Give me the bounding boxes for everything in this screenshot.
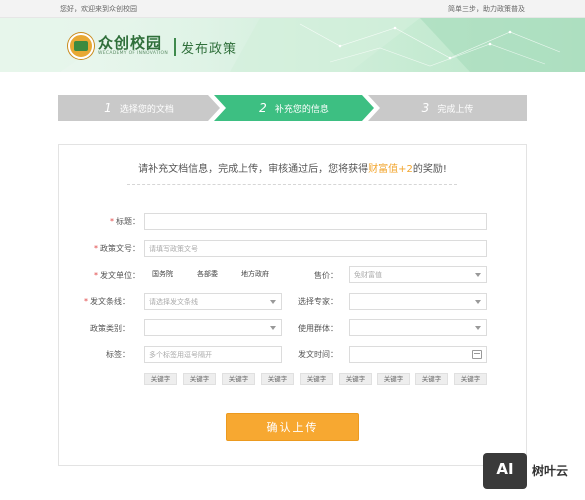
keyword-tag[interactable]: 关键字: [377, 373, 410, 385]
dotted-divider: [127, 184, 457, 185]
keyword-tag[interactable]: 关键字: [300, 373, 333, 385]
confirm-upload-button[interactable]: 确认上传: [226, 413, 359, 441]
slogan-text: 简单三步，助力政策普及: [448, 5, 525, 13]
step-finish-upload: 3 完成上传: [368, 95, 527, 121]
keyword-tag[interactable]: 关键字: [261, 373, 294, 385]
keyword-tag[interactable]: 关键字: [183, 373, 216, 385]
step-label: 完成上传: [437, 104, 474, 115]
keyword-tag[interactable]: 关键字: [454, 373, 487, 385]
title-input[interactable]: [144, 213, 487, 230]
page-title: 发布政策: [181, 42, 238, 57]
step-number: 2: [259, 101, 267, 115]
tags-label: 标签：: [106, 350, 130, 359]
expert-label: 选择专家：: [298, 297, 338, 306]
line-label: * 发文条线：: [84, 297, 130, 306]
issuer-option-ministries[interactable]: 各部委: [197, 269, 218, 279]
keyword-tag[interactable]: 关键字: [415, 373, 448, 385]
brand-name: 众创校园: [98, 34, 163, 52]
category-label: 政策类别：: [90, 324, 130, 333]
step-label: 补充您的信息: [274, 104, 329, 115]
expert-select[interactable]: [349, 293, 487, 310]
keyword-tag[interactable]: 关键字: [144, 373, 177, 385]
watermark-text: 树叶云: [532, 464, 569, 478]
chevron-down-icon: [475, 273, 481, 277]
logo-icon: [68, 33, 94, 59]
header-banner: 众创校园 WECADEMY OF INNOVATION 发布政策: [0, 18, 585, 72]
header-divider: [174, 38, 176, 56]
reward-highlight: 财富值+2: [368, 164, 413, 175]
watermark-badge: AI: [483, 453, 527, 489]
audience-select[interactable]: [349, 319, 487, 336]
intro-after: 的奖励!: [412, 164, 447, 175]
step-fill-info: 2 补充您的信息: [214, 95, 374, 121]
keyword-tag[interactable]: 关键字: [222, 373, 255, 385]
chevron-down-icon: [475, 326, 481, 330]
title-label: * 标题：: [110, 217, 140, 226]
welcome-text: 您好，欢迎来到众创校园: [60, 5, 137, 13]
step-label: 选择您的文档: [119, 104, 174, 115]
issuer-option-state-council[interactable]: 国务院: [152, 269, 173, 279]
keyword-tag[interactable]: 关键字: [339, 373, 372, 385]
top-bar: 您好，欢迎来到众创校园 简单三步，助力政策普及: [0, 0, 585, 18]
price-value: 免财富值: [354, 271, 382, 279]
step-number: 1: [104, 101, 112, 115]
watermark: AI 树叶云: [483, 451, 585, 491]
line-placeholder: 请选择发文条线: [149, 298, 198, 306]
price-label: 售价：: [314, 271, 338, 280]
intro-text: 请补充文档信息，完成上传，审核通过后，您将获得财富值+2的奖励!: [0, 160, 585, 175]
audience-label: 使用群体：: [298, 324, 338, 333]
date-label: 发文时间：: [298, 350, 338, 359]
issuer-label: * 发文单位：: [94, 271, 140, 280]
date-input[interactable]: [349, 346, 487, 363]
chevron-down-icon: [475, 300, 481, 304]
intro-before: 请补充文档信息，完成上传，审核通过后，您将获得: [138, 164, 369, 175]
step-progress: 1 选择您的文档 2 补充您的信息 3 完成上传: [58, 95, 527, 121]
price-select[interactable]: 免财富值: [349, 266, 487, 283]
step-number: 3: [421, 101, 430, 115]
doc-number-label: * 政策文号：: [94, 244, 140, 253]
calendar-icon[interactable]: [472, 350, 482, 359]
step-select-document: 1 选择您的文档: [58, 95, 220, 121]
doc-number-input[interactable]: 请填写政策文号: [144, 240, 487, 257]
brand-subtitle: WECADEMY OF INNOVATION: [98, 51, 169, 56]
